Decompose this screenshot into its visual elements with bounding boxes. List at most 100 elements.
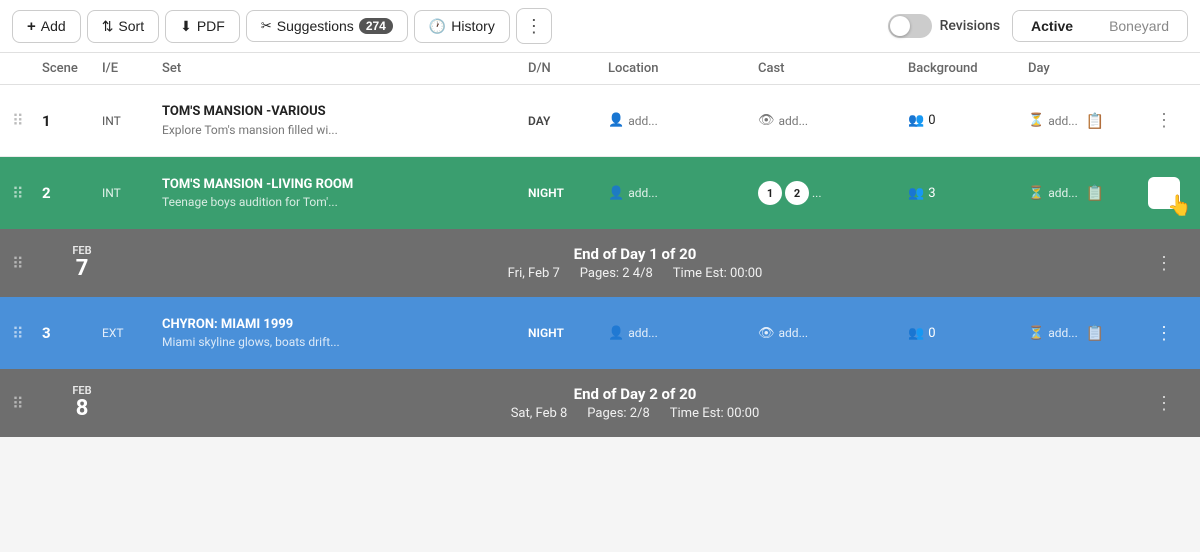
person-icon: 👤	[608, 186, 624, 201]
hourglass-icon: ⏳	[1028, 186, 1044, 201]
day-add-label: add...	[1048, 186, 1078, 200]
history-label: History	[451, 18, 495, 34]
day-add-label: add...	[1048, 326, 1078, 340]
col-scene: Scene	[42, 61, 102, 76]
note-icon: 📋	[1086, 184, 1105, 202]
row-menu-button[interactable]: ⋮	[1148, 317, 1180, 349]
drag-handle[interactable]: ⠿	[12, 184, 42, 203]
cast-avatar-2: 2	[785, 181, 809, 205]
scene-description: Teenage boys audition for Tom'...	[162, 195, 382, 209]
hourglass-icon: ⏳	[1028, 326, 1044, 341]
day-add[interactable]: ⏳ add... 📋	[1028, 112, 1148, 130]
drag-handle[interactable]: ⠿	[12, 111, 42, 130]
row-menu-button[interactable]: ⋮	[1148, 177, 1180, 209]
bg-count-value: 0	[928, 326, 935, 341]
suggestions-button[interactable]: ✂ Suggestions 274	[246, 10, 408, 42]
location-add-label: add...	[628, 326, 658, 340]
revisions-toggle[interactable]	[888, 14, 932, 38]
day-number: 8	[42, 397, 122, 421]
suggestions-badge: 274	[359, 18, 393, 34]
group-icon: 👥	[908, 113, 924, 128]
day-time-label: Time Est: 00:00	[670, 406, 760, 421]
day-time-label: Time Est: 00:00	[673, 266, 763, 281]
cast-add-label: add...	[779, 326, 809, 340]
tab-active[interactable]: Active	[1013, 11, 1091, 41]
drag-handle[interactable]: ⠿	[12, 394, 42, 413]
sort-icon: ⇅	[102, 18, 114, 35]
day-pages-label: Pages: 2/8	[587, 406, 649, 421]
active-boneyard-tabs: Active Boneyard	[1012, 10, 1188, 42]
drag-handle[interactable]: ⠿	[12, 324, 42, 343]
person-icon: 👤	[608, 113, 624, 128]
day-menu-button[interactable]: ⋮	[1148, 247, 1180, 279]
day-title: End of Day 1 of 20	[574, 245, 697, 263]
drag-handle[interactable]: ⠿	[12, 254, 42, 273]
day-pages-label: Pages: 2 4/8	[580, 266, 653, 281]
scene-set: TOM'S MANSION -VARIOUS Explore Tom's man…	[162, 104, 528, 137]
more-options-button[interactable]: ⋮	[516, 8, 552, 44]
location-add-label: add...	[628, 114, 658, 128]
scene-title: TOM'S MANSION -LIVING ROOM	[162, 177, 528, 194]
day-date: FEB 7	[42, 245, 122, 281]
suggestions-icon: ✂	[261, 18, 272, 34]
background-count: 👥 0	[908, 326, 1028, 341]
cast-add[interactable]: 👁 add...	[758, 326, 908, 341]
col-location: Location	[608, 61, 758, 76]
pdf-label: PDF	[197, 18, 225, 34]
location-add[interactable]: 👤 add...	[608, 186, 758, 201]
suggestions-label: Suggestions	[277, 18, 354, 34]
table-row: ⠿ 3 EXT CHYRON: MIAMI 1999 Miami skyline…	[0, 297, 1200, 369]
bg-count-value: 3	[928, 186, 935, 201]
day-menu-button[interactable]: ⋮	[1148, 387, 1180, 419]
pdf-button[interactable]: ⬇ PDF	[165, 10, 240, 43]
dn-tag: DAY	[528, 114, 608, 128]
revisions-toggle-wrap: Revisions	[888, 14, 1000, 38]
day-add[interactable]: ⏳ add... 📋	[1028, 324, 1148, 342]
day-meta: Fri, Feb 7 Pages: 2 4/8 Time Est: 00:00	[508, 266, 763, 281]
scene-set: CHYRON: MIAMI 1999 Miami skyline glows, …	[162, 317, 528, 350]
col-day: Day	[1028, 61, 1148, 76]
hourglass-icon: ⏳	[1028, 113, 1044, 128]
dn-tag: NIGHT	[528, 186, 608, 200]
sort-button[interactable]: ⇅ Sort	[87, 10, 159, 43]
table-row: ⠿ 2 INT TOM'S MANSION -LIVING ROOM Teena…	[0, 157, 1200, 229]
ie-tag: INT	[102, 114, 162, 128]
sort-label: Sort	[118, 18, 144, 34]
note-icon: 📋	[1086, 324, 1105, 342]
eye-icon: 👁	[758, 113, 775, 128]
revisions-label: Revisions	[940, 18, 1000, 34]
tab-boneyard[interactable]: Boneyard	[1091, 11, 1187, 41]
location-add[interactable]: 👤 add...	[608, 113, 758, 128]
scene-number: 3	[42, 324, 102, 342]
day-add[interactable]: ⏳ add... 📋	[1028, 184, 1148, 202]
background-count: 👥 3	[908, 186, 1028, 201]
add-label: Add	[41, 18, 66, 34]
day-info: End of Day 1 of 20 Fri, Feb 7 Pages: 2 4…	[122, 245, 1148, 281]
col-set: Set	[162, 61, 528, 76]
add-icon: +	[27, 18, 36, 35]
history-button[interactable]: 🕐 History	[414, 10, 510, 43]
day-date-label: Fri, Feb 7	[508, 266, 560, 281]
row-menu-button[interactable]: ⋮	[1148, 105, 1180, 137]
cast-avatars: 1 2 ...	[758, 181, 908, 205]
scene-description: Miami skyline glows, boats drift...	[162, 335, 382, 349]
day-meta: Sat, Feb 8 Pages: 2/8 Time Est: 00:00	[511, 406, 760, 421]
day-add-label: add...	[1048, 114, 1078, 128]
bg-count-value: 0	[928, 113, 935, 128]
table-header: Scene I/E Set D/N Location Cast Backgrou…	[0, 53, 1200, 85]
cast-add[interactable]: 👁 add...	[758, 113, 908, 128]
table-row: ⠿ 1 INT TOM'S MANSION -VARIOUS Explore T…	[0, 85, 1200, 157]
ie-tag: INT	[102, 186, 162, 200]
toolbar: + Add ⇅ Sort ⬇ PDF ✂ Suggestions 274 🕐 H…	[0, 0, 1200, 53]
day-info: End of Day 2 of 20 Sat, Feb 8 Pages: 2/8…	[122, 385, 1148, 421]
scene-number: 1	[42, 112, 102, 130]
location-add[interactable]: 👤 add...	[608, 326, 758, 341]
scene-set: TOM'S MANSION -LIVING ROOM Teenage boys …	[162, 177, 528, 210]
scene-title: TOM'S MANSION -VARIOUS	[162, 104, 528, 121]
history-icon: 🕐	[429, 18, 446, 35]
day-separator-row: ⠿ FEB 8 End of Day 2 of 20 Sat, Feb 8 Pa…	[0, 369, 1200, 437]
scene-number: 2	[42, 184, 102, 202]
day-separator-row: ⠿ FEB 7 End of Day 1 of 20 Fri, Feb 7 Pa…	[0, 229, 1200, 297]
note-icon: 📋	[1086, 112, 1105, 130]
add-button[interactable]: + Add	[12, 10, 81, 43]
